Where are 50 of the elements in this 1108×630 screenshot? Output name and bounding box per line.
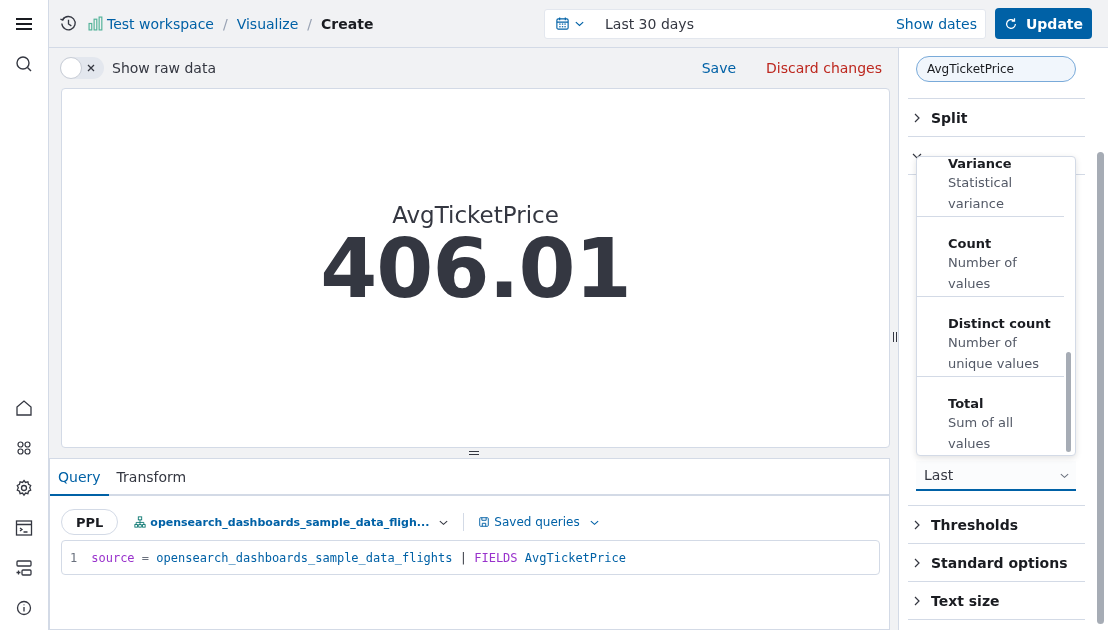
- code-editor[interactable]: 1 source = opensearch_dashboards_sample_data_flights | FIELDS AvgTicketPrice: [61, 540, 880, 575]
- menu-option[interactable]: Total Sum of all values: [917, 377, 1064, 455]
- show-dates-link[interactable]: Show dates: [895, 15, 977, 32]
- breadcrumb-separator: /: [222, 15, 228, 32]
- line-number: 1: [70, 550, 78, 565]
- settings-icon[interactable]: [14, 478, 34, 498]
- refresh-icon: [1003, 16, 1018, 31]
- breadcrumb-separator: /: [307, 15, 313, 32]
- accordion-header[interactable]: Thresholds: [908, 506, 1085, 544]
- history-icon[interactable]: [59, 14, 78, 33]
- close-icon: [86, 63, 96, 73]
- accordion-header[interactable]: Text size: [908, 582, 1085, 620]
- accordion-header[interactable]: Split: [908, 99, 1085, 137]
- add-panel-icon[interactable]: [14, 558, 34, 578]
- field-pill[interactable]: AvgTicketPrice: [916, 56, 1076, 82]
- search-icon[interactable]: [14, 54, 34, 74]
- menu-option[interactable]: Variance Statistical variance: [917, 157, 1064, 217]
- dataset-selector[interactable]: opensearch_dashboards_sample_data_fligh...: [134, 515, 450, 529]
- home-icon[interactable]: [14, 398, 34, 418]
- drag-handle-icon[interactable]: [467, 450, 480, 456]
- accordion-header[interactable]: Standard options: [908, 544, 1085, 582]
- breadcrumb: Create: [321, 15, 374, 32]
- metric-value: 406.01: [320, 228, 631, 310]
- discard-changes-link[interactable]: Discard changes: [766, 60, 882, 76]
- language-button[interactable]: PPL: [61, 509, 119, 535]
- scrollbar[interactable]: [1066, 352, 1071, 452]
- resize-handle-icon[interactable]: [892, 331, 898, 343]
- metric-label: AvgTicketPrice: [392, 202, 559, 228]
- menu-option[interactable]: Distinct count Number of unique values: [917, 297, 1064, 377]
- hierarchy-icon: [134, 516, 147, 528]
- scrollbar[interactable]: [1097, 152, 1104, 624]
- save-link[interactable]: Save: [701, 60, 737, 76]
- tab[interactable]: Transform: [108, 459, 195, 496]
- calendar-icon[interactable]: [555, 16, 570, 31]
- date-range-text: Last 30 days: [605, 15, 695, 32]
- info-icon[interactable]: [14, 598, 34, 618]
- update-button[interactable]: Update: [995, 8, 1092, 39]
- date-picker[interactable]: Last 30 days Show dates: [544, 8, 986, 39]
- select-field[interactable]: Last: [916, 461, 1076, 491]
- breadcrumb[interactable]: Visualize: [236, 15, 299, 32]
- saved-queries-button[interactable]: Saved queries: [478, 515, 600, 529]
- menu-option[interactable]: Count Number of values: [917, 217, 1064, 297]
- bar-chart-icon: [88, 16, 103, 31]
- console-icon[interactable]: [14, 518, 34, 538]
- raw-data-toggle[interactable]: [60, 57, 104, 79]
- tab[interactable]: Query: [50, 459, 109, 496]
- code-line: source = opensearch_dashboards_sample_data_flights | FIELDS AvgTicketPrice: [91, 550, 626, 565]
- apps-icon[interactable]: [14, 438, 34, 458]
- toggle-label: Show raw data: [112, 60, 216, 76]
- breadcrumb[interactable]: Test workspace: [88, 15, 214, 32]
